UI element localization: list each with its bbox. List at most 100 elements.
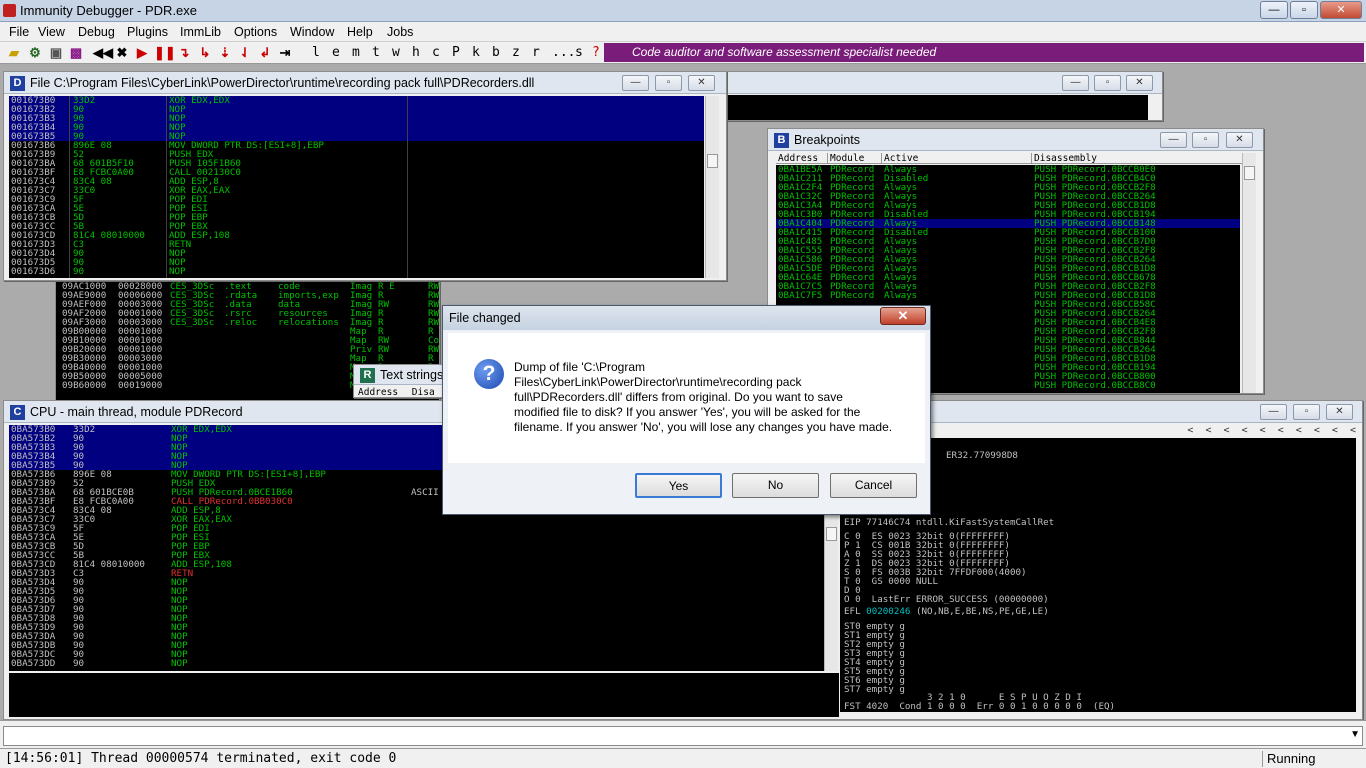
executable-modules-button[interactable]: e xyxy=(332,45,340,60)
breakpoints-scrollbar[interactable] xyxy=(1242,153,1256,393)
code-row[interactable]: 0BA573CD 81C4 08010000 ADD ESP,108 xyxy=(9,560,824,569)
close-file-icon[interactable]: ▩ xyxy=(68,44,84,61)
code-row[interactable]: 0BA573CA 5E POP ESI xyxy=(9,533,824,542)
code-row[interactable]: 001673B2 90 NOP xyxy=(9,105,704,114)
breakpoints-maximize-button[interactable]: ▫ xyxy=(1192,132,1219,148)
code-row[interactable]: 001673B4 90 NOP xyxy=(9,123,704,132)
rewind-icon[interactable]: ◀◀ xyxy=(93,44,113,61)
code-row[interactable]: 0BA573DC 90 NOP xyxy=(9,650,824,659)
goto-icon[interactable]: ⇥ xyxy=(277,44,293,61)
code-row[interactable]: 0BA573D9 90 NOP xyxy=(9,623,824,632)
menu-plugins[interactable]: Plugins xyxy=(127,25,168,39)
code-row[interactable]: 001673C4 83C4 08 ADD ESP,8 xyxy=(9,177,704,186)
cancel-button[interactable]: Cancel xyxy=(830,473,917,498)
dump-disassembly-pane[interactable]: 001673B0 33D2 XOR EDX,EDX 001673B2 90 NOP 0016… xyxy=(9,96,704,278)
bg-minimize-button[interactable]: — xyxy=(1062,75,1089,91)
reg-eip[interactable]: EIP 77146C74 ntdll.KiFastSystemCallRet xyxy=(844,517,1054,528)
code-row[interactable]: 001673BF E8 FCBC0A00 CALL 002130C0 xyxy=(9,168,704,177)
code-row[interactable]: 0BA573D8 90 NOP xyxy=(9,614,824,623)
source-button[interactable]: s xyxy=(575,45,583,60)
dump-minimize-button[interactable]: — xyxy=(622,75,649,91)
run-trace-button[interactable]: r xyxy=(532,45,540,60)
dialog-title[interactable]: File changed xyxy=(443,306,930,330)
text-strings-col-disassembly[interactable]: Disa xyxy=(412,387,435,397)
text-strings-window[interactable]: R Text strings Address Disa xyxy=(353,364,443,398)
bp-col-active[interactable]: Active xyxy=(882,153,1032,164)
threads-button[interactable]: t xyxy=(372,45,380,60)
no-button[interactable]: No xyxy=(732,473,819,498)
hw-breakpoints-button[interactable]: z xyxy=(512,45,520,60)
code-row[interactable]: 0BA573C9 5F POP EDI xyxy=(9,524,824,533)
bg-close-button[interactable]: ✕ xyxy=(1126,75,1153,91)
code-row[interactable]: 0BA573CB 5D POP EBP xyxy=(9,542,824,551)
bp-col-address[interactable]: Address xyxy=(776,153,828,164)
text-strings-titlebar[interactable]: R Text strings xyxy=(354,365,442,385)
code-row[interactable]: 001673B5 90 NOP xyxy=(9,132,704,141)
trace-over-icon[interactable]: ⇃ xyxy=(237,44,253,61)
chevron-down-icon[interactable]: ▼ xyxy=(1350,729,1360,740)
attach-icon[interactable]: ⚙ xyxy=(27,44,43,61)
call-stack-button[interactable]: k xyxy=(472,45,480,60)
code-row[interactable]: 001673D6 90 NOP xyxy=(9,267,704,276)
advert-banner[interactable]: Code auditor and software assessment spe… xyxy=(604,43,1364,62)
cpu-close-button[interactable]: ✕ xyxy=(1326,404,1353,420)
code-row[interactable]: 0BA1C7F5 PDRecord Always PUSH PDRecord.0BCC… xyxy=(776,291,1240,300)
code-row[interactable]: 0BA573D6 90 NOP xyxy=(9,596,824,605)
cpu-button[interactable]: c xyxy=(432,45,440,60)
menu-options[interactable]: Options xyxy=(234,25,277,39)
menu-jobs[interactable]: Jobs xyxy=(387,25,413,39)
code-row[interactable]: 0BA573DA 90 NOP xyxy=(9,632,824,641)
background-window[interactable]: — ▫ ✕ xyxy=(727,71,1163,121)
open-icon[interactable]: ▰ xyxy=(6,44,22,61)
pause-icon[interactable]: ❚❚ xyxy=(154,44,176,61)
restart-icon[interactable]: ▣ xyxy=(48,44,64,61)
step-into-icon[interactable]: ↴ xyxy=(176,44,192,61)
flag-row[interactable]: O 0 LastErr ERROR_SUCCESS (00000000) xyxy=(844,595,1049,604)
cpu-minimize-button[interactable]: — xyxy=(1260,404,1287,420)
text-strings-col-address[interactable]: Address xyxy=(358,387,398,397)
menu-view[interactable]: View xyxy=(38,25,65,39)
memory-map-button[interactable]: m xyxy=(352,45,360,60)
code-row[interactable]: 001673B6 896E 08 MOV DWORD PTR DS:[ESI+8],… xyxy=(9,141,704,150)
patches-button[interactable]: P xyxy=(452,45,460,60)
code-row[interactable]: 001673C7 33C0 XOR EAX,EAX xyxy=(9,186,704,195)
code-row[interactable]: 0BA573D3 C3 RETN xyxy=(9,569,824,578)
dialog-close-button[interactable]: ✕ xyxy=(880,307,926,325)
reg-efl[interactable]: EFL 00200246 (NO,NB,E,BE,NS,PE,GE,LE) xyxy=(844,606,1049,617)
code-row[interactable]: 001673CD 81C4 08010000 ADD ESP,108 xyxy=(9,231,704,240)
run-icon[interactable]: ▶ xyxy=(134,44,150,61)
dump-scrollbar[interactable] xyxy=(705,96,719,278)
code-row[interactable]: 001673C9 5F POP EDI xyxy=(9,195,704,204)
code-row[interactable]: 001673D5 90 NOP xyxy=(9,258,704,267)
breakpoints-minimize-button[interactable]: — xyxy=(1160,132,1187,148)
dump-maximize-button[interactable]: ▫ xyxy=(655,75,682,91)
code-row[interactable]: 001673B3 90 NOP xyxy=(9,114,704,123)
execute-till-return-icon[interactable]: ↲ xyxy=(257,44,273,61)
menu-window[interactable]: Window xyxy=(290,25,334,39)
cpu-maximize-button[interactable]: ▫ xyxy=(1293,404,1320,420)
code-row[interactable]: 0BA573D7 90 NOP xyxy=(9,605,824,614)
stop-icon[interactable]: ✖ xyxy=(114,44,130,61)
windows-button[interactable]: w xyxy=(392,45,400,60)
code-row[interactable]: 001673D4 90 NOP xyxy=(9,249,704,258)
trace-into-icon[interactable]: ⇣ xyxy=(217,44,233,61)
bg-maximize-button[interactable]: ▫ xyxy=(1094,75,1121,91)
breakpoints-button[interactable]: b xyxy=(492,45,500,60)
menu-help[interactable]: Help xyxy=(347,25,373,39)
menu-file[interactable]: File xyxy=(9,25,29,39)
code-row[interactable]: 001673B0 33D2 XOR EDX,EDX xyxy=(9,96,704,105)
code-row[interactable]: 0BA573DD 90 NOP xyxy=(9,659,824,668)
code-row[interactable]: 0BA573D5 90 NOP xyxy=(9,587,824,596)
menu-immlib[interactable]: ImmLib xyxy=(180,25,221,39)
menu-debug[interactable]: Debug xyxy=(78,25,115,39)
flag-row[interactable]: T 0 GS 0000 NULL xyxy=(844,577,1049,586)
close-button[interactable]: ✕ xyxy=(1320,1,1362,19)
background-window-titlebar[interactable]: — ▫ ✕ xyxy=(728,72,1162,94)
code-row[interactable]: 0BA573C7 33C0 XOR EAX,EAX xyxy=(9,515,824,524)
dump-close-button[interactable]: ✕ xyxy=(688,75,715,91)
maximize-button[interactable]: ▫ xyxy=(1290,1,1318,19)
code-row[interactable]: 001673CA 5E POP ESI xyxy=(9,204,704,213)
bp-col-module[interactable]: Module xyxy=(828,153,882,164)
code-row[interactable]: 0BA573D4 90 NOP xyxy=(9,578,824,587)
code-row[interactable]: 001673D3 C3 RETN xyxy=(9,240,704,249)
